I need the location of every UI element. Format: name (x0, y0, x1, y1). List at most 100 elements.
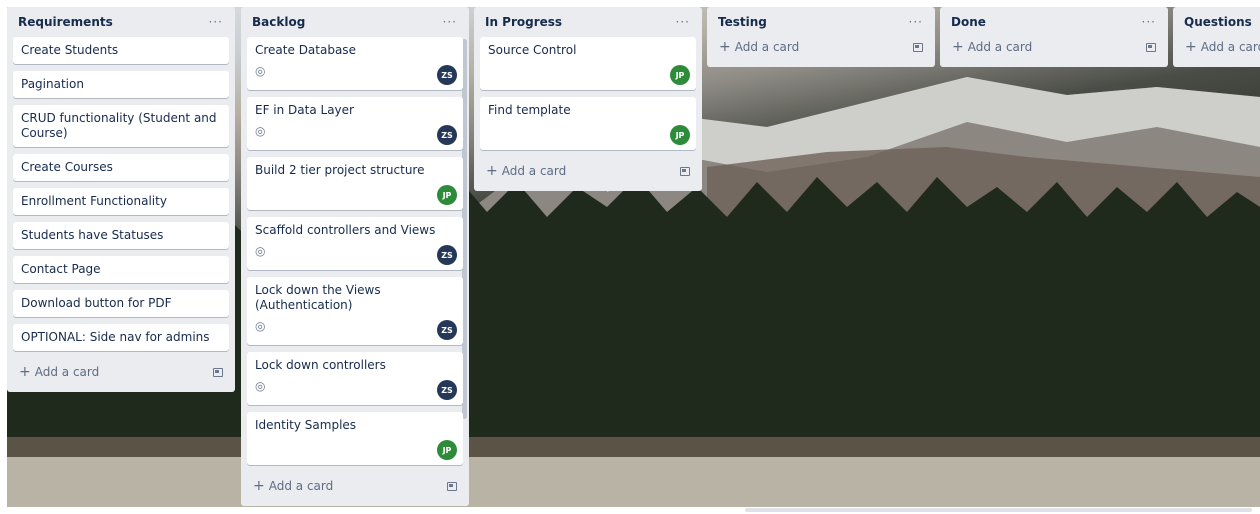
board-canvas: Requirements ··· Create Students Paginat… (7, 7, 1260, 507)
add-card-label: Add a card (734, 40, 800, 54)
list-header: Backlog ··· (247, 7, 463, 37)
watch-icon: ◎ (255, 244, 266, 258)
add-card-button[interactable]: + Add a card (952, 39, 1032, 55)
watch-icon: ◎ (255, 64, 266, 78)
card[interactable]: Download button for PDF (13, 290, 229, 317)
card-template-icon[interactable] (213, 367, 223, 377)
list-title[interactable]: Requirements (18, 15, 113, 29)
list-title[interactable]: Backlog (252, 15, 305, 29)
card[interactable]: OPTIONAL: Side nav for admins (13, 324, 229, 351)
card-title: Scaffold controllers and Views (255, 223, 436, 237)
card[interactable]: Contact Page (13, 256, 229, 283)
list-title[interactable]: Done (951, 15, 986, 29)
add-card-row: + Add a card (13, 358, 229, 386)
add-card-row: + Add a card (247, 472, 463, 500)
card[interactable]: Scaffold controllers and Views ◎ ZS (247, 217, 463, 270)
add-card-button[interactable]: + Add a card (19, 364, 99, 380)
card-title: Create Students (21, 43, 119, 57)
plus-icon: + (952, 39, 964, 55)
list-requirements: Requirements ··· Create Students Paginat… (7, 7, 235, 392)
card[interactable]: Lock down the Views (Authentication) ◎ Z… (247, 277, 463, 345)
card[interactable]: Create Database ◎ ZS (247, 37, 463, 90)
add-card-label: Add a card (268, 479, 334, 493)
board-horizontal-scrollbar[interactable] (745, 508, 1252, 512)
avatar[interactable]: JP (670, 125, 690, 145)
list-menu-icon[interactable]: ··· (443, 15, 457, 29)
list-testing: Testing ··· + Add a card (707, 7, 935, 67)
card[interactable]: Enrollment Functionality (13, 188, 229, 215)
card-title: Download button for PDF (21, 296, 172, 310)
card-title: CRUD functionality (Student and Course) (21, 111, 217, 140)
avatar[interactable]: JP (437, 440, 457, 460)
card-template-icon[interactable] (1146, 42, 1156, 52)
add-card-button[interactable]: + Add a card (486, 163, 566, 179)
add-card-button[interactable]: + Add a card (1185, 39, 1260, 55)
list-menu-icon[interactable]: ··· (909, 15, 923, 29)
card-title: Students have Statuses (21, 228, 164, 242)
avatar[interactable]: ZS (437, 125, 457, 145)
avatar[interactable]: ZS (437, 65, 457, 85)
add-card-label: Add a card (501, 164, 567, 178)
card[interactable]: Pagination (13, 71, 229, 98)
list-menu-icon[interactable]: ··· (1142, 15, 1156, 29)
list-menu-icon[interactable]: ··· (209, 15, 223, 29)
card-title: Create Database (255, 43, 356, 57)
top-strip (0, 0, 1260, 7)
card[interactable]: Create Courses (13, 154, 229, 181)
add-card-label: Add a card (967, 40, 1033, 54)
lake (7, 457, 1260, 507)
plus-icon: + (253, 478, 265, 494)
plus-icon: + (19, 364, 31, 380)
card-title: Lock down the Views (Authentication) (255, 283, 381, 312)
watch-icon: ◎ (255, 319, 266, 333)
list-in-progress: In Progress ··· Source Control JP Find t… (474, 7, 702, 191)
list-title[interactable]: Questions (1184, 15, 1252, 29)
card-title: Identity Samples (255, 418, 357, 432)
plus-icon: + (486, 163, 498, 179)
card[interactable]: Build 2 tier project structure JP (247, 157, 463, 210)
card-title: Find template (488, 103, 571, 117)
avatar[interactable]: ZS (437, 245, 457, 265)
card[interactable]: Create Students (13, 37, 229, 64)
card-template-icon[interactable] (913, 42, 923, 52)
list-done: Done ··· + Add a card (940, 7, 1168, 67)
card[interactable]: Identity Samples JP (247, 412, 463, 465)
avatar[interactable]: ZS (437, 320, 457, 340)
card-title: OPTIONAL: Side nav for admins (21, 330, 210, 344)
card[interactable]: Students have Statuses (13, 222, 229, 249)
plus-icon: + (1185, 39, 1197, 55)
list-title[interactable]: In Progress (485, 15, 562, 29)
card-title: EF in Data Layer (255, 103, 354, 117)
avatar[interactable]: ZS (437, 380, 457, 400)
add-card-button[interactable]: + Add a card (253, 478, 333, 494)
list-title[interactable]: Testing (718, 15, 767, 29)
list-backlog: Backlog ··· Create Database ◎ ZS EF in D… (241, 7, 469, 506)
card[interactable]: Source Control JP (480, 37, 696, 90)
add-card-label: Add a card (34, 365, 100, 379)
list-header: In Progress ··· (480, 7, 696, 37)
add-card-button[interactable]: + Add a card (719, 39, 799, 55)
add-card-row: + Add a card (1179, 33, 1260, 61)
watch-icon: ◎ (255, 124, 266, 138)
card[interactable]: CRUD functionality (Student and Course) (13, 105, 229, 147)
card[interactable]: Lock down controllers ◎ ZS (247, 352, 463, 405)
bottom-bar (0, 507, 1260, 514)
add-card-row: + Add a card (946, 33, 1162, 61)
watch-icon: ◎ (255, 379, 266, 393)
shore (7, 437, 1260, 457)
list-menu-icon[interactable]: ··· (676, 15, 690, 29)
add-card-row: + Add a card (480, 157, 696, 185)
list-header: Requirements ··· (13, 7, 229, 37)
avatar[interactable]: JP (670, 65, 690, 85)
card[interactable]: EF in Data Layer ◎ ZS (247, 97, 463, 150)
card-title: Source Control (488, 43, 577, 57)
add-card-row: + Add a card (713, 33, 929, 61)
avatar[interactable]: JP (437, 185, 457, 205)
plus-icon: + (719, 39, 731, 55)
card-title: Pagination (21, 77, 84, 91)
card-template-icon[interactable] (447, 481, 457, 491)
card-template-icon[interactable] (680, 166, 690, 176)
card-title: Build 2 tier project structure (255, 163, 425, 177)
card[interactable]: Find template JP (480, 97, 696, 150)
card-title: Lock down controllers (255, 358, 386, 372)
